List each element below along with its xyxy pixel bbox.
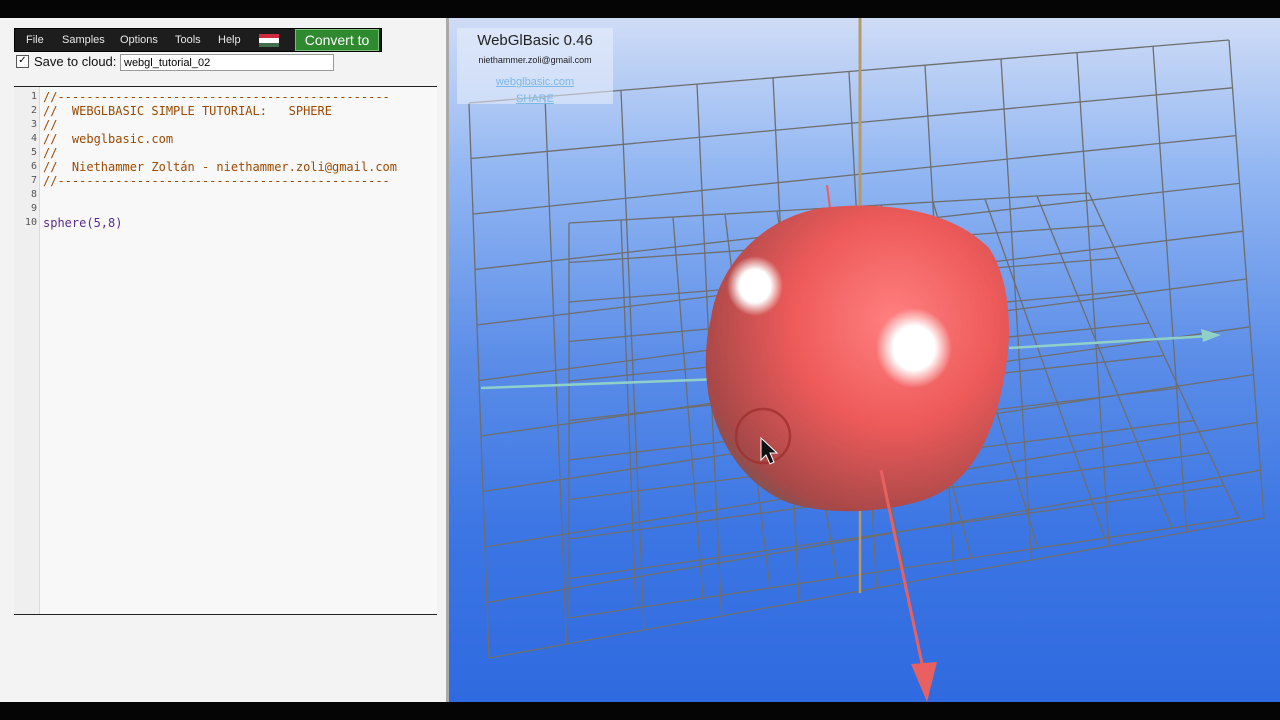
app-version-title: WebGlBasic 0.46 <box>477 32 593 49</box>
webgl-viewport[interactable]: WebGlBasic 0.46 niethammer.zoli@gmail.co… <box>449 18 1280 702</box>
line-number: 1 <box>30 91 37 102</box>
menu-file[interactable]: File <box>26 29 44 51</box>
site-link[interactable]: webglbasic.com <box>457 76 613 88</box>
vertical-grid-line <box>488 517 1265 659</box>
save-to-cloud-label: Save to cloud: <box>34 54 117 69</box>
save-to-cloud-checkbox[interactable]: ✓ <box>16 55 29 68</box>
line-number: 3 <box>30 119 37 130</box>
menu-help[interactable]: Help <box>218 29 241 51</box>
line-number: 4 <box>30 133 37 144</box>
comment-line: // WEBGLBASIC SIMPLE TUTORIAL: SPHERE <box>43 104 332 118</box>
info-panel: WebGlBasic 0.46 niethammer.zoli@gmail.co… <box>457 28 613 105</box>
author-email: niethammer.zoli@gmail.com <box>478 55 592 65</box>
hungarian-flag-icon[interactable] <box>259 34 279 47</box>
comment-line: //--------------------------------------… <box>43 174 390 188</box>
menu-options[interactable]: Options <box>120 29 158 51</box>
code-line: sphere(5,8) <box>43 216 123 230</box>
line-number: 9 <box>30 203 37 214</box>
line-number-gutter: 1 2 3 4 5 6 7 8 9 10 <box>14 87 40 614</box>
comment-line: // Niethammer Zoltán - niethammer.zoli@g… <box>43 160 398 174</box>
line-number: 5 <box>30 147 37 158</box>
sphere-highlight-right <box>876 308 952 388</box>
line-number: 10 <box>24 217 37 228</box>
z-axis-line-back <box>826 184 831 209</box>
convert-to-button[interactable]: Convert to <box>295 29 379 51</box>
line-number: 7 <box>30 175 37 186</box>
floor-grid-line <box>568 517 1240 619</box>
comment-line: //--------------------------------------… <box>43 90 390 104</box>
comment-line: // <box>43 118 58 132</box>
line-number: 8 <box>30 189 37 200</box>
cloud-filename-input[interactable] <box>120 54 334 71</box>
save-to-cloud-row: ✓ Save to cloud: <box>16 54 346 72</box>
code-editor[interactable]: 1 2 3 4 5 6 7 8 9 10 //--------------------------… <box>14 86 437 615</box>
comment-line: // webglbasic.com <box>43 132 174 146</box>
z-axis-arrow-icon <box>911 662 937 702</box>
comment-line: // <box>43 146 58 160</box>
share-link[interactable]: SHARE <box>457 93 613 105</box>
code-panel: File Samples Options Tools Help Convert … <box>0 18 446 702</box>
line-number: 6 <box>30 161 37 172</box>
menubar: File Samples Options Tools Help Convert … <box>14 28 382 52</box>
line-number: 2 <box>30 105 37 116</box>
sphere-mesh[interactable] <box>705 205 1009 512</box>
app-window: File Samples Options Tools Help Convert … <box>0 18 1280 702</box>
menu-tools[interactable]: Tools <box>175 29 201 51</box>
sphere-highlight-left <box>727 256 783 316</box>
menu-samples[interactable]: Samples <box>62 29 105 51</box>
flag-stripe-green <box>259 42 279 47</box>
3d-scene[interactable] <box>449 18 1280 702</box>
